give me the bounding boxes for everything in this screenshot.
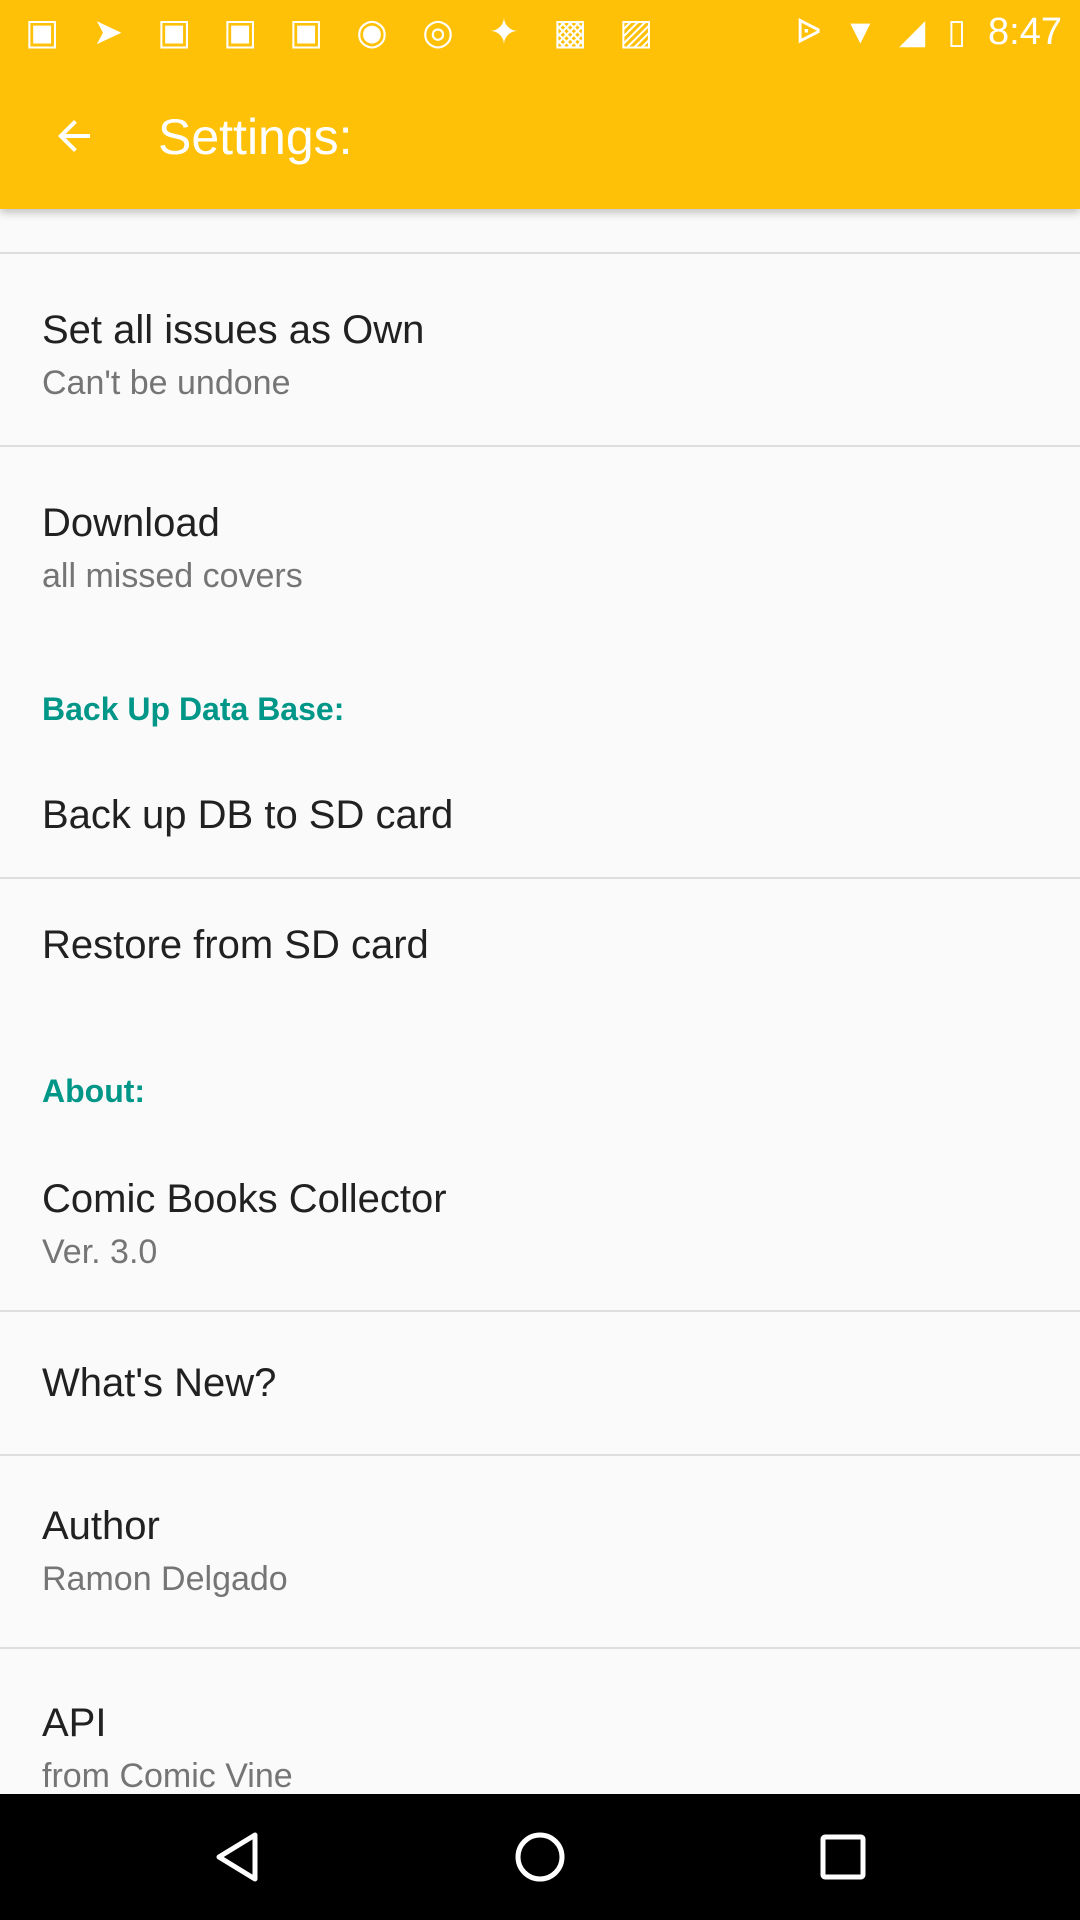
app-info-summary: Ver. 3.0: [42, 1233, 158, 1271]
api-summary: from Comic Vine: [42, 1757, 293, 1794]
backup-db-title: Back up DB to SD card: [42, 793, 454, 837]
bluetooth-icon: ᐉ: [795, 13, 822, 51]
back-nav-button[interactable]: [197, 1817, 277, 1897]
send-icon: ➤: [92, 11, 124, 52]
app-info-title: Comic Books Collector: [42, 1177, 447, 1221]
whats-new-item[interactable]: What's New?: [0, 1312, 1080, 1454]
home-nav-button[interactable]: [500, 1817, 580, 1897]
author-title: Author: [42, 1504, 160, 1548]
app-icon: ▣: [288, 11, 323, 52]
restore-db-item[interactable]: Restore from SD card: [0, 879, 1080, 1014]
author-item[interactable]: Author Ramon Delgado: [0, 1456, 1080, 1647]
system-icons: ᐉ ▼ ◢ ▯ 8:47: [795, 10, 1062, 54]
api-item[interactable]: API from Comic Vine: [0, 1649, 1080, 1794]
page-title: Settings:: [158, 109, 353, 165]
battery-icon: ▯: [947, 13, 967, 51]
whats-new-title: What's New?: [42, 1361, 277, 1405]
wifi-icon: ▼: [843, 13, 878, 51]
lock-icon: ▩: [552, 11, 587, 52]
status-time: 8:47: [988, 11, 1062, 53]
api-title: API: [42, 1701, 107, 1745]
restore-db-title: Restore from SD card: [42, 923, 429, 967]
circle-home-icon: [515, 1832, 565, 1882]
app-icon: ▣: [24, 11, 59, 52]
recents-nav-button[interactable]: [803, 1817, 883, 1897]
android-icon: ▨: [618, 11, 653, 52]
set-all-own-summary: Can't be undone: [42, 364, 291, 402]
set-all-own-title: Set all issues as Own: [42, 308, 425, 352]
about-category-header: About:: [42, 1073, 146, 1109]
set-all-own-item[interactable]: Set all issues as Own Can't be undone: [0, 254, 1080, 445]
settings-list[interactable]: Set all issues as Own Can't be undone Do…: [0, 209, 1080, 1794]
back-button[interactable]: [32, 98, 116, 174]
square-recents-icon: [820, 1834, 866, 1880]
app-bar: ▣ ➤ ▣ ▣ ▣ ◉ ◎ ✦ ▩ ▨ ᐉ ▼ ◢ ▯ 8:47 Setting…: [0, 0, 1080, 209]
download-title: Download: [42, 501, 220, 545]
download-covers-item[interactable]: Download all missed covers: [0, 447, 1080, 627]
navigation-bar: [0, 1794, 1080, 1920]
app-icon: ▣: [156, 11, 191, 52]
status-bar: ▣ ➤ ▣ ▣ ▣ ◉ ◎ ✦ ▩ ▨ ᐉ ▼ ◢ ▯ 8:47: [0, 0, 1080, 63]
backup-category-header: Back Up Data Base:: [42, 691, 345, 727]
triangle-back-icon: [216, 1832, 258, 1882]
arrow-left-icon: [58, 120, 90, 152]
target-icon: ◎: [422, 11, 454, 52]
author-summary: Ramon Delgado: [42, 1560, 288, 1598]
download-summary: all missed covers: [42, 557, 303, 595]
notification-icons: ▣ ➤ ▣ ▣ ▣ ◉ ◎ ✦ ▩ ▨: [22, 10, 656, 54]
cell-signal-icon: ◢: [899, 13, 926, 51]
record-icon: ◉: [356, 11, 388, 52]
satellite-icon: ✦: [488, 11, 520, 52]
app-info-item[interactable]: Comic Books Collector Ver. 3.0: [0, 1134, 1080, 1308]
app-icon: ▣: [222, 11, 257, 52]
